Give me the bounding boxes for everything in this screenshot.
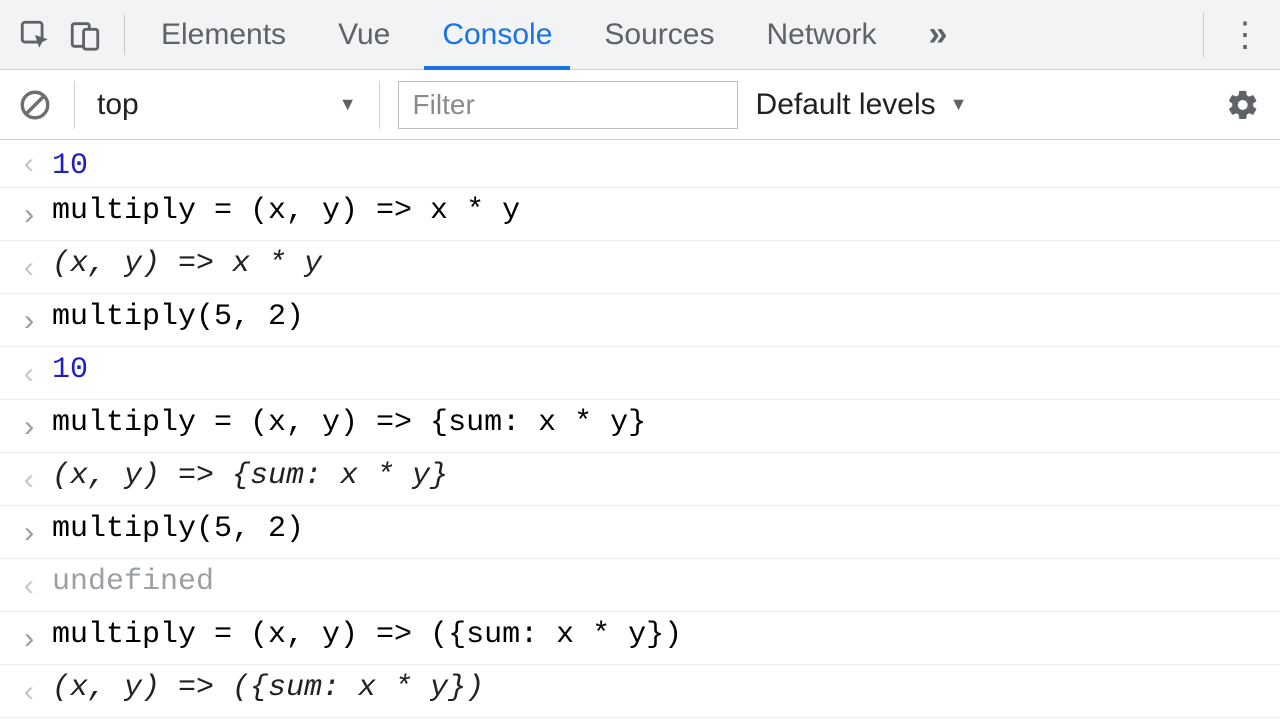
input-marker-icon: › [12, 194, 46, 234]
output-marker-icon: ‹ [12, 247, 46, 287]
log-output-row: ‹ 10 [0, 140, 1280, 188]
clear-console-icon[interactable] [14, 84, 56, 126]
tab-label: Elements [161, 18, 286, 52]
console-toolbar: top ▼ Default levels ▼ [0, 70, 1280, 140]
log-output-value: undefined [46, 565, 214, 599]
log-output-value: (x, y) => {sum: x * y} [46, 459, 448, 493]
context-label: top [97, 88, 139, 122]
tab-label: Vue [338, 18, 390, 52]
tab-console[interactable]: Console [420, 0, 574, 69]
log-levels-selector[interactable]: Default levels ▼ [756, 88, 968, 122]
input-marker-icon: › [12, 512, 46, 552]
overflow-glyph: » [929, 15, 948, 54]
divider [1203, 12, 1204, 58]
log-input-row: › multiply = (x, y) => ({sum: x * y}) [0, 612, 1280, 665]
output-marker-icon: ‹ [12, 353, 46, 393]
levels-label: Default levels [756, 88, 936, 122]
output-marker-icon: ‹ [12, 459, 46, 499]
log-output-row: ‹ undefined [0, 559, 1280, 612]
toggle-device-toolbar-icon[interactable] [60, 10, 110, 60]
log-input-row: › multiply(5, 2) [0, 506, 1280, 559]
tab-elements[interactable]: Elements [139, 0, 308, 69]
input-marker-icon: › [12, 618, 46, 658]
log-output-value: (x, y) => ({sum: x * y}) [46, 671, 484, 705]
chevron-down-icon: ▼ [339, 94, 357, 115]
tab-label: Sources [604, 18, 714, 52]
log-output-value: 10 [46, 149, 88, 183]
log-output-row: ‹ 10 [0, 347, 1280, 400]
input-marker-icon: › [12, 406, 46, 446]
log-output-value: 10 [46, 353, 88, 387]
tab-sources[interactable]: Sources [582, 0, 736, 69]
log-output-row: ‹ (x, y) => {sum: x * y} [0, 453, 1280, 506]
tab-vue[interactable]: Vue [316, 0, 412, 69]
output-marker-icon: ‹ [12, 671, 46, 711]
log-output-row: ‹ (x, y) => x * y [0, 241, 1280, 294]
log-input-code: multiply(5, 2) [46, 512, 304, 546]
console-settings-icon[interactable] [1220, 82, 1266, 128]
log-input-code: multiply(5, 2) [46, 300, 304, 334]
kebab-glyph: ⋮ [1228, 15, 1262, 55]
log-output-row: ‹ (x, y) => ({sum: x * y}) [0, 665, 1280, 718]
log-input-code: multiply = (x, y) => ({sum: x * y}) [46, 618, 682, 652]
tabs-overflow-icon[interactable]: » [907, 0, 970, 69]
output-marker-icon: ‹ [12, 565, 46, 605]
filter-input[interactable] [398, 81, 738, 129]
chevron-down-icon: ▼ [950, 94, 968, 115]
execution-context-selector[interactable]: top ▼ [74, 81, 380, 129]
log-input-row: › multiply = (x, y) => {sum: x * y} [0, 400, 1280, 453]
kebab-menu-icon[interactable]: ⋮ [1220, 10, 1270, 60]
console-log[interactable]: ‹ 10 › multiply = (x, y) => x * y ‹ (x, … [0, 140, 1280, 720]
inspect-element-icon[interactable] [10, 10, 60, 60]
log-output-value: (x, y) => x * y [46, 247, 322, 281]
tab-label: Console [442, 18, 552, 52]
log-input-code: multiply = (x, y) => x * y [46, 194, 520, 228]
output-marker-icon: ‹ [12, 143, 46, 183]
divider [124, 15, 125, 55]
tab-network[interactable]: Network [744, 0, 898, 69]
input-marker-icon: › [12, 300, 46, 340]
tab-label: Network [766, 18, 876, 52]
log-input-row: › multiply = (x, y) => x * y [0, 188, 1280, 241]
log-input-code: multiply = (x, y) => {sum: x * y} [46, 406, 646, 440]
log-input-row: › multiply(5, 2) [0, 294, 1280, 347]
devtools-tabbar: Elements Vue Console Sources Network » ⋮ [0, 0, 1280, 70]
panel-tabs: Elements Vue Console Sources Network » [139, 0, 969, 69]
